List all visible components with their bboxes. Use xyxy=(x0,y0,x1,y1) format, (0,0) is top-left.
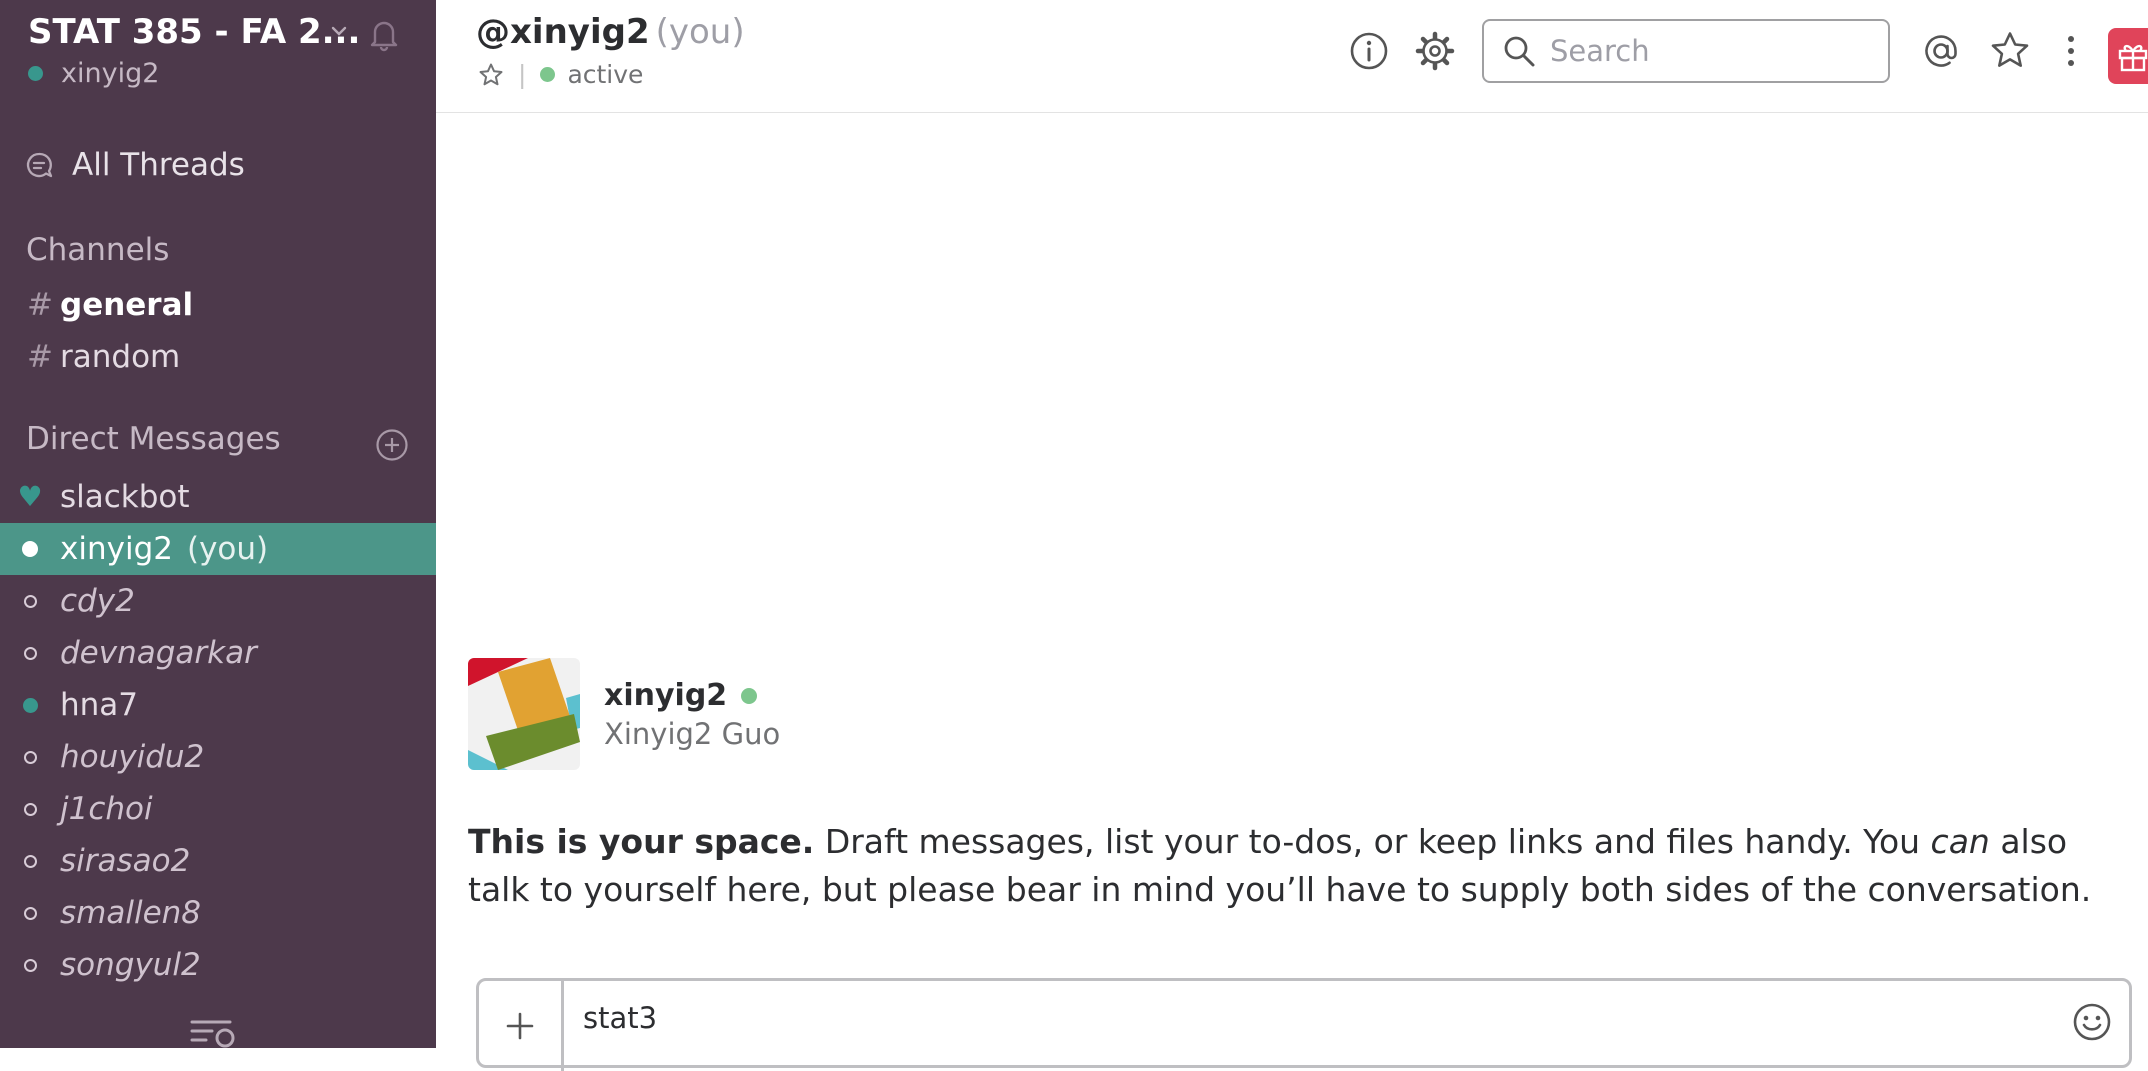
presence-active-icon xyxy=(28,66,43,81)
search-box[interactable] xyxy=(1482,19,1890,83)
info-icon[interactable] xyxy=(1348,30,1390,72)
sidebar-item-all-threads[interactable]: All Threads xyxy=(24,143,245,187)
star-icon[interactable] xyxy=(1989,30,2031,72)
sidebar-item-hna7[interactable]: hna7 xyxy=(0,679,436,731)
profile-card: xinyig2 Xinyig2 Guo xyxy=(468,658,780,770)
sidebar-item-devnagarkar[interactable]: devnagarkar xyxy=(0,627,436,679)
current-user[interactable]: xinyig2 xyxy=(28,58,159,89)
bell-icon[interactable] xyxy=(366,16,402,52)
sidebar-item-slackbot[interactable]: ♥ slackbot xyxy=(0,471,436,523)
intro-text-1: Draft messages, list your to-dos, or kee… xyxy=(814,822,1931,861)
filter-search-icon[interactable] xyxy=(190,1018,240,1048)
search-icon xyxy=(1504,36,1535,67)
channel-header: @xinyig2 (you) | active xyxy=(436,0,2148,113)
sidebar-item-cdy2[interactable]: cdy2 xyxy=(0,575,436,627)
sidebar-item-smallen8[interactable]: smallen8 xyxy=(0,887,436,939)
gift-icon xyxy=(2118,44,2148,72)
intro-lead: This is your space. xyxy=(468,822,815,861)
team-name[interactable]: STAT 385 - FA 2... xyxy=(28,12,360,52)
profile-username[interactable]: xinyig2 xyxy=(604,678,780,713)
channel-name: random xyxy=(60,339,181,375)
avatar[interactable] xyxy=(468,658,580,770)
more-vertical-icon[interactable] xyxy=(2056,30,2086,72)
emoji-icon[interactable] xyxy=(2071,1001,2113,1043)
attach-button[interactable] xyxy=(479,981,564,1071)
header-meta: | active xyxy=(478,60,643,89)
sidebar: STAT 385 - FA 2... xinyig2 All Threads C… xyxy=(0,0,436,1048)
sidebar-item-songyul2[interactable]: songyul2 xyxy=(0,939,436,991)
header-separator: | xyxy=(518,60,527,89)
you-suffix: (you) xyxy=(186,531,269,567)
presence-active-icon xyxy=(741,687,758,704)
add-circle-icon[interactable] xyxy=(375,428,409,462)
sidebar-item-xinyig2[interactable]: xinyig2 (you) xyxy=(0,523,436,575)
mentions-icon[interactable] xyxy=(1920,30,1962,72)
heart-icon: ♥ xyxy=(17,480,43,513)
threads-icon xyxy=(26,152,53,178)
presence-away-icon xyxy=(23,854,37,868)
search-input[interactable] xyxy=(1548,33,1852,69)
profile-info: xinyig2 Xinyig2 Guo xyxy=(604,678,780,770)
sidebar-item-general[interactable]: # general xyxy=(0,279,436,331)
sidebar-item-sirasao2[interactable]: sirasao2 xyxy=(0,835,436,887)
current-username: xinyig2 xyxy=(61,58,160,89)
sidebar-item-houyidu2[interactable]: houyidu2 xyxy=(0,731,436,783)
presence-active-icon xyxy=(540,67,556,82)
presence-away-icon xyxy=(23,906,37,920)
presence-away-icon xyxy=(23,750,37,764)
self-dm-intro: This is your space. Draft messages, list… xyxy=(468,818,2128,914)
direct-messages-header[interactable]: Direct Messages xyxy=(26,421,281,457)
all-threads-label: All Threads xyxy=(72,147,245,183)
channel-name: general xyxy=(60,287,194,323)
intro-emphasis: can xyxy=(1930,822,1990,861)
conversation-title[interactable]: @xinyig2 (you) xyxy=(476,12,745,52)
presence-active-icon xyxy=(22,697,38,713)
gift-button[interactable] xyxy=(2108,28,2148,84)
title-you-suffix: (you) xyxy=(655,12,745,52)
sidebar-item-random[interactable]: # random xyxy=(0,331,436,383)
message-input[interactable]: stat3 xyxy=(583,1001,657,1035)
message-composer[interactable]: stat3 xyxy=(476,978,2132,1071)
presence-away-icon xyxy=(23,958,37,972)
profile-real-name: Xinyig2 Guo xyxy=(604,717,781,751)
presence-away-icon xyxy=(23,802,37,816)
gear-icon[interactable] xyxy=(1414,30,1456,72)
chevron-down-icon[interactable] xyxy=(328,20,350,42)
sidebar-item-j1choi[interactable]: j1choi xyxy=(0,783,436,835)
presence-active-icon xyxy=(22,541,38,557)
presence-away-icon xyxy=(23,594,37,608)
star-icon[interactable] xyxy=(478,62,504,88)
presence-away-icon xyxy=(23,646,37,660)
presence-status: active xyxy=(567,60,644,89)
channels-header[interactable]: Channels xyxy=(26,232,169,268)
plus-icon xyxy=(506,1012,534,1040)
